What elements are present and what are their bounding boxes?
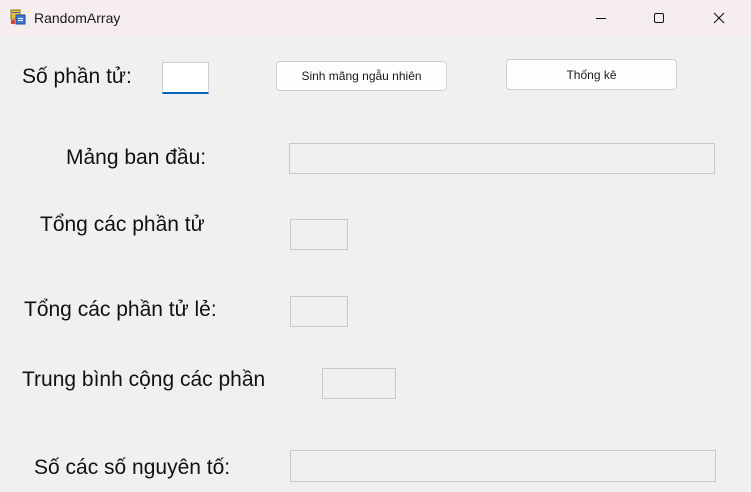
- generate-array-button[interactable]: Sinh mãng ngẫu nhiên: [276, 61, 447, 91]
- original-array-field[interactable]: [289, 143, 715, 174]
- odd-sum-field[interactable]: [290, 296, 348, 327]
- element-count-label: Số phần tử:: [22, 65, 132, 88]
- prime-count-field[interactable]: [290, 450, 716, 482]
- average-field[interactable]: [322, 368, 396, 399]
- prime-count-label: Số các số nguyên tố:: [34, 456, 231, 479]
- minimize-icon: [596, 18, 606, 19]
- minimize-button[interactable]: [578, 0, 624, 36]
- main-window: RandomArray Số phần tử: Sinh mãng ngẫu n…: [0, 0, 751, 492]
- close-button[interactable]: [696, 0, 742, 36]
- app-form-icon: [10, 9, 26, 25]
- odd-sum-label: Tổng các phần tử lẻ:: [24, 298, 217, 321]
- sum-field[interactable]: [290, 219, 348, 250]
- window-title: RandomArray: [34, 10, 121, 26]
- sum-label: Tổng các phần tử: [40, 213, 205, 236]
- maximize-icon: [654, 13, 664, 23]
- title-bar[interactable]: RandomArray: [0, 0, 751, 36]
- close-icon: [713, 12, 725, 24]
- maximize-button[interactable]: [636, 0, 682, 36]
- average-label: Trung bình cộng các phần: [22, 368, 266, 391]
- original-array-label: Mảng ban đầu:: [66, 146, 207, 169]
- element-count-input[interactable]: [162, 62, 209, 94]
- statistics-button[interactable]: Thống kê: [506, 59, 677, 90]
